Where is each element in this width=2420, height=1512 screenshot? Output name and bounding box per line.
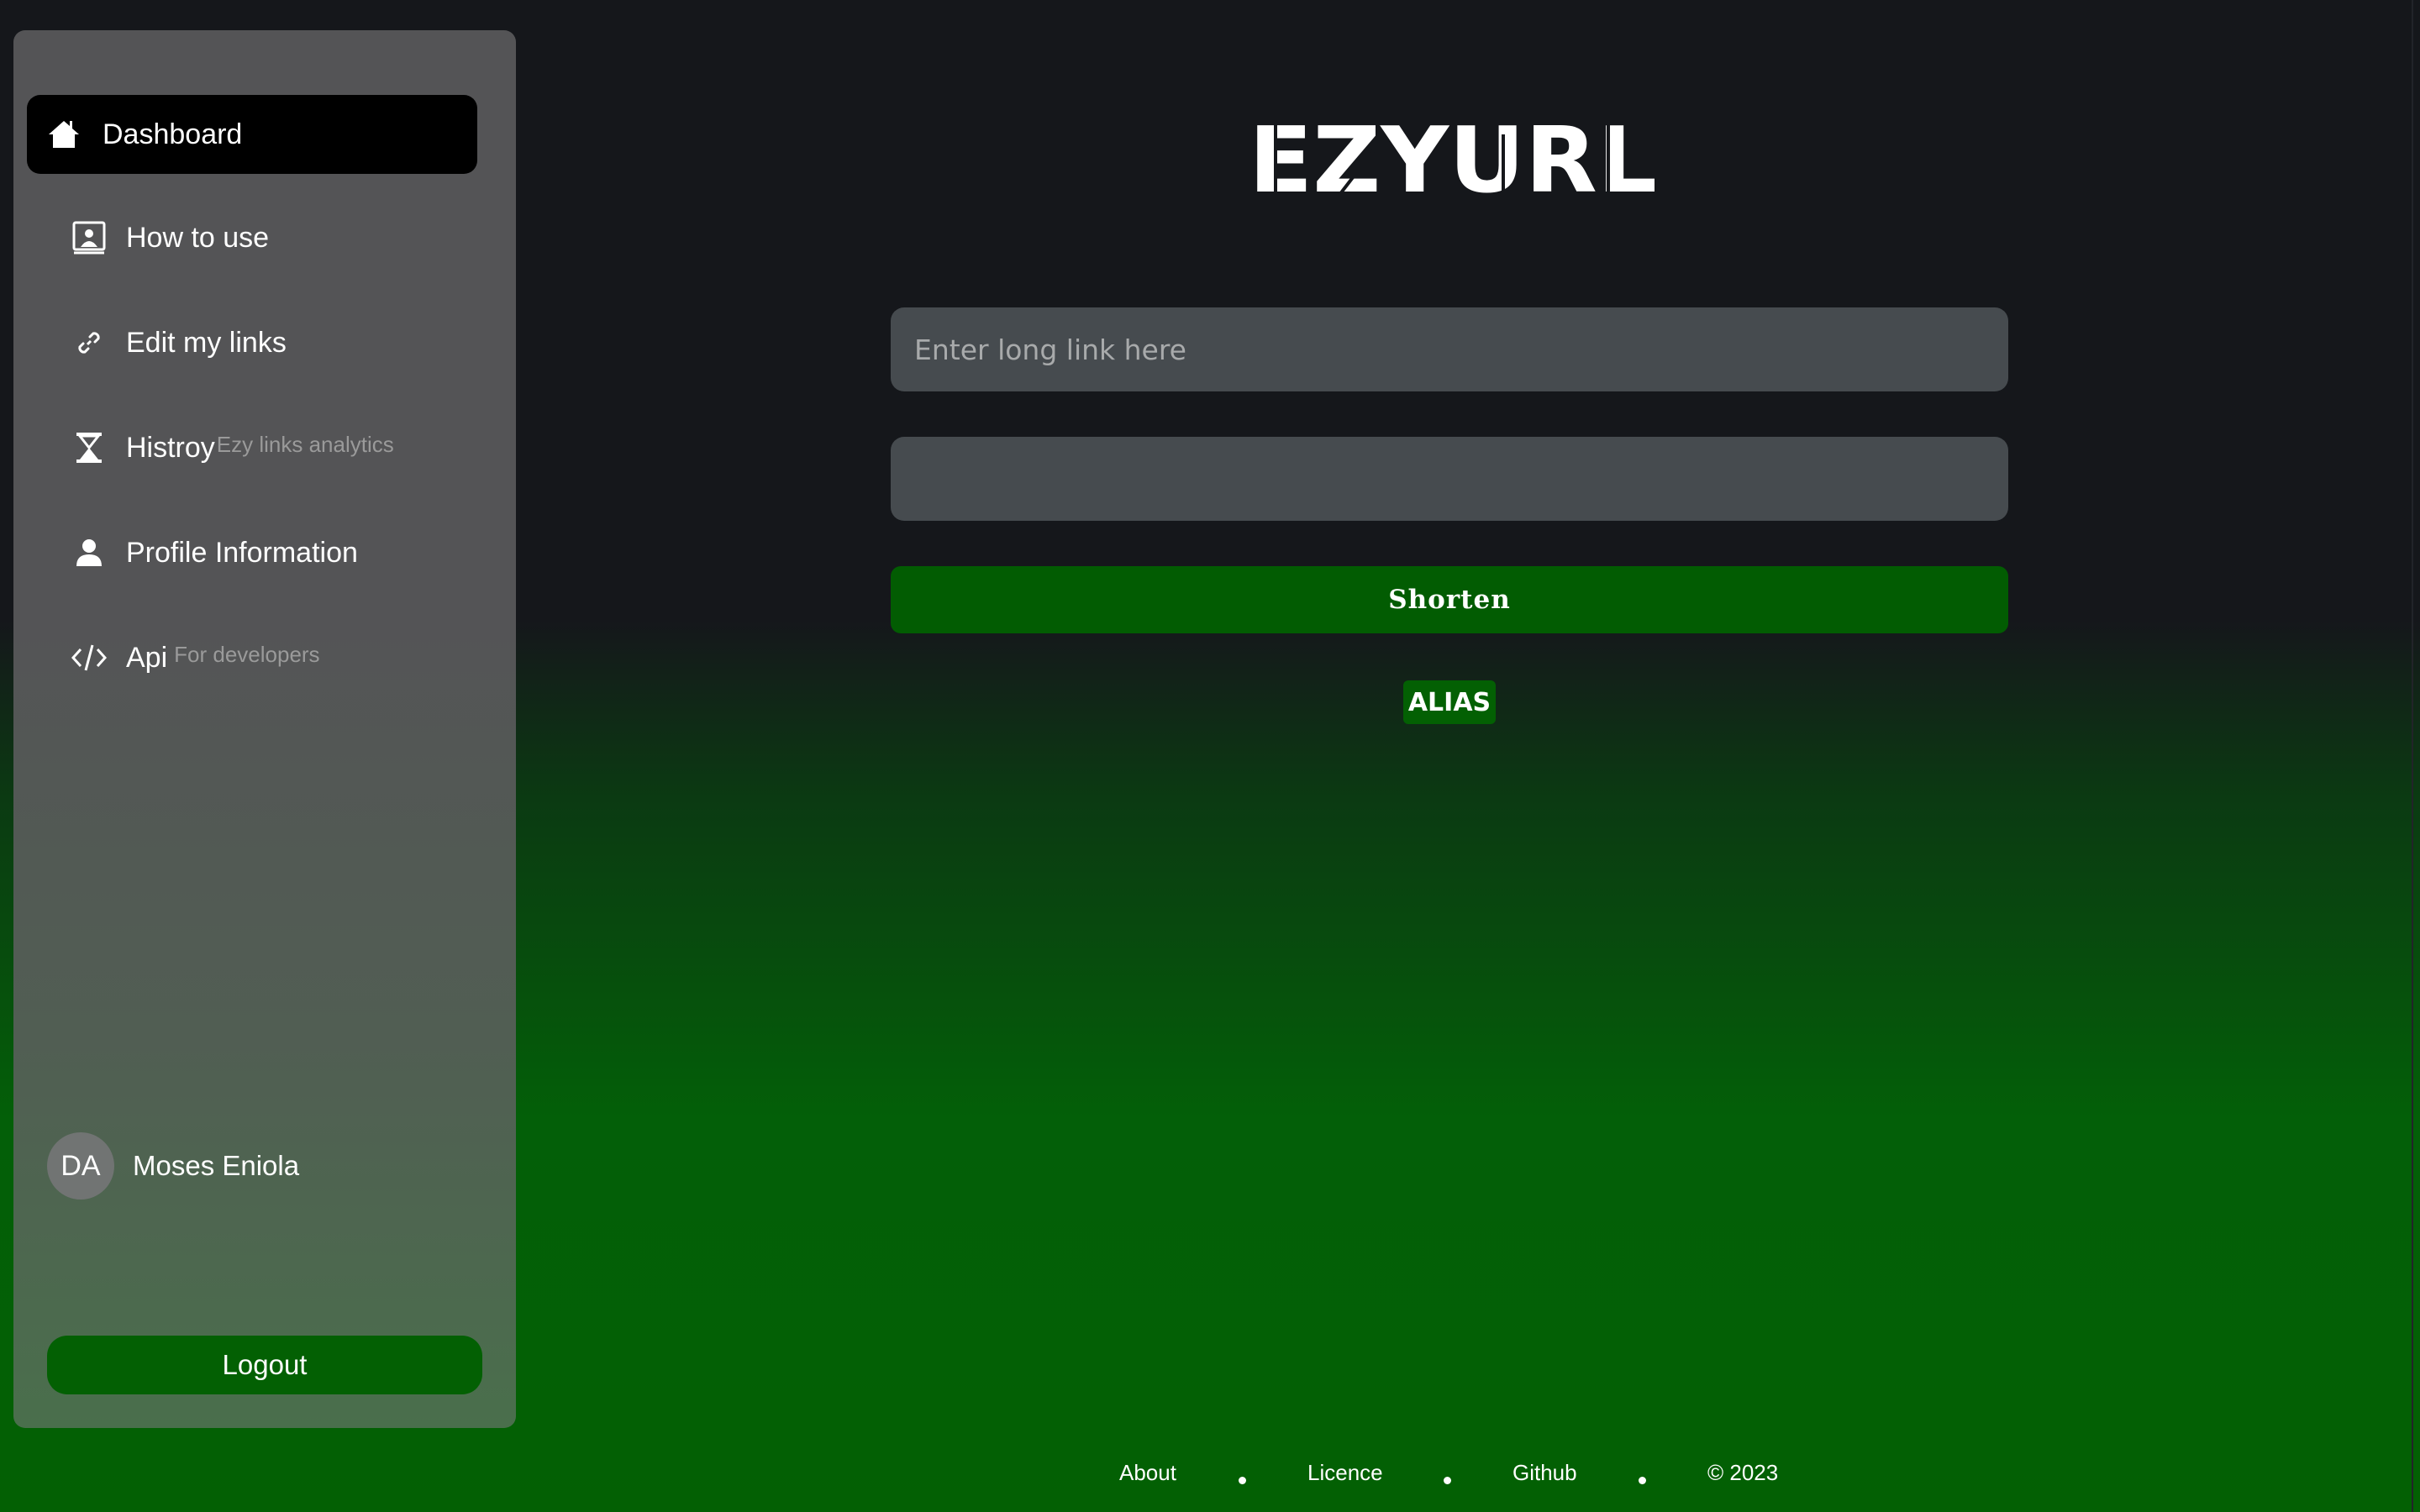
user-name: Moses Eniola <box>133 1150 300 1181</box>
sidebar-item-how-to-use[interactable]: How to use <box>27 198 477 277</box>
user-profile[interactable]: DA Moses Eniola <box>47 1132 299 1200</box>
alias-input[interactable] <box>891 437 2008 521</box>
logout-button[interactable]: Logout <box>47 1336 482 1394</box>
sidebar-item-sublabel: For developers <box>174 641 320 667</box>
link-icon <box>71 324 108 361</box>
sidebar-item-label: Api <box>126 641 168 674</box>
presenter-icon <box>71 219 108 256</box>
sidebar: Dashboard How to use Edit my links Histr… <box>13 30 516 1428</box>
logo-text: EZYURL <box>1249 118 1657 195</box>
footer-separator-dot <box>1444 1477 1451 1484</box>
person-icon <box>71 534 108 571</box>
footer-link-github[interactable]: Github <box>1512 1460 1577 1486</box>
sidebar-item-label: Dashboard <box>103 118 243 150</box>
sidebar-item-label: Edit my links <box>126 326 287 359</box>
sidebar-item-edit-my-links[interactable]: Edit my links <box>27 303 477 382</box>
sidebar-item-history[interactable]: Histroy Ezy links analytics <box>27 408 477 487</box>
sidebar-item-label: How to use <box>126 221 270 254</box>
hourglass-icon <box>71 429 108 466</box>
code-icon <box>71 639 108 676</box>
sidebar-item-label: Profile Information <box>126 536 358 569</box>
avatar[interactable]: DA <box>47 1132 114 1200</box>
footer-separator-dot <box>1639 1477 1646 1484</box>
ezyurl-logo: EZYURL <box>1249 118 1657 195</box>
footer: About Licence Github © 2023 <box>0 1460 2420 1494</box>
alias-toggle-button[interactable]: ALIAS <box>1403 680 1496 724</box>
sidebar-item-dashboard[interactable]: Dashboard <box>27 95 477 174</box>
home-icon <box>45 116 82 153</box>
long-link-input[interactable] <box>891 307 2008 391</box>
footer-separator-dot <box>1239 1477 1246 1484</box>
page-scrollbar[interactable] <box>2412 0 2420 1512</box>
footer-copyright: © 2023 <box>1707 1460 1779 1485</box>
shorten-button[interactable]: Shorten <box>891 566 2008 633</box>
sidebar-item-api[interactable]: Api For developers <box>27 618 477 697</box>
sidebar-item-label: Histroy <box>126 431 215 464</box>
footer-link-about[interactable]: About <box>1119 1460 1176 1486</box>
sidebar-item-profile-information[interactable]: Profile Information <box>27 513 477 592</box>
sidebar-item-sublabel: Ezy links analytics <box>216 431 394 457</box>
footer-link-licence[interactable]: Licence <box>1307 1460 1383 1486</box>
